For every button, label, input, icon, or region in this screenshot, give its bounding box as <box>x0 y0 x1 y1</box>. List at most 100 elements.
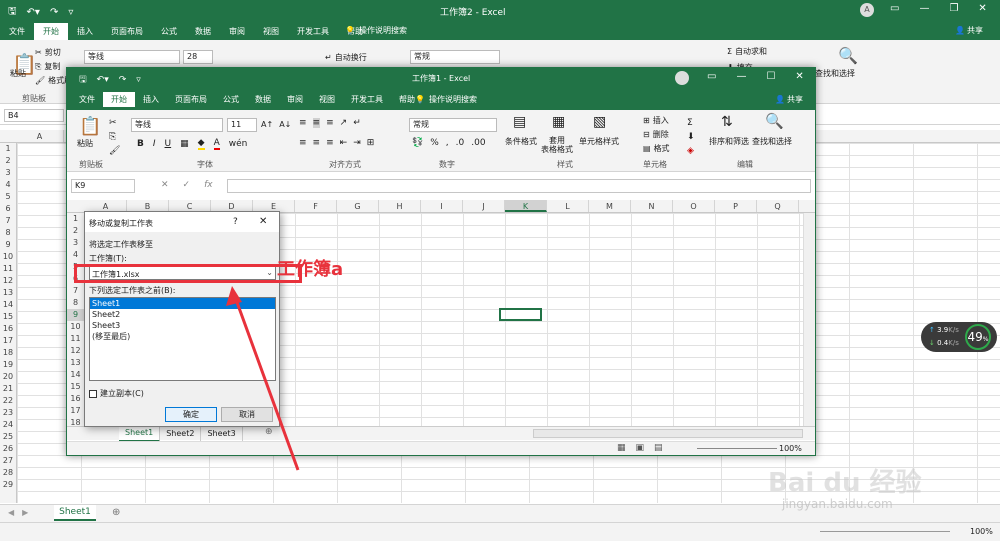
front-tab[interactable]: 开发工具 <box>343 92 391 107</box>
row-header[interactable]: 22 <box>0 395 16 407</box>
row-header[interactable]: 11 <box>0 263 16 275</box>
ok-button[interactable]: 确定 <box>165 407 217 422</box>
page-break-view-icon[interactable]: ▤ <box>654 443 663 453</box>
tell-me[interactable]: 💡 操作说明搜索 <box>345 25 407 36</box>
front-tab[interactable]: 数据 <box>247 92 279 107</box>
redo-icon[interactable]: ↷ <box>119 75 127 85</box>
column-header[interactable]: F <box>295 200 337 212</box>
number-format-box[interactable]: 常规 <box>409 118 497 132</box>
share-button[interactable]: 👤 共享 <box>775 94 803 105</box>
back-tab[interactable]: 公式 <box>152 23 186 40</box>
tell-me[interactable]: 💡 操作说明搜索 <box>415 94 477 105</box>
delete-cells-button[interactable]: ⊟ 删除 <box>643 128 670 142</box>
column-header[interactable]: L <box>547 200 589 212</box>
ribbon-display-icon[interactable]: ▭ <box>890 3 899 14</box>
row-header[interactable]: 6 <box>0 203 16 215</box>
back-tab[interactable]: 页面布局 <box>102 23 152 40</box>
scroll-left-icon[interactable]: ◀ <box>8 508 14 517</box>
orientation-icon[interactable]: ↗ <box>340 118 348 128</box>
checkbox-box[interactable] <box>89 389 97 398</box>
autosum-button[interactable]: Σ 自动求和 <box>727 46 767 57</box>
row-header[interactable]: 15 <box>0 311 16 323</box>
close-icon[interactable]: ✕ <box>795 71 803 82</box>
zoom-level[interactable]: 100% <box>970 527 993 536</box>
column-header[interactable]: P <box>715 200 757 212</box>
function-icon[interactable]: fx <box>204 180 213 190</box>
format-painter-icon[interactable]: 🖌 <box>109 144 120 158</box>
row-header[interactable]: 2 <box>0 155 16 167</box>
row-header[interactable]: 29 <box>0 479 16 491</box>
column-header[interactable]: I <box>421 200 463 212</box>
front-tab[interactable]: 文件 <box>71 92 103 107</box>
normal-view-icon[interactable]: ▦ <box>617 443 626 453</box>
row-header[interactable]: 26 <box>0 443 16 455</box>
undo-icon[interactable]: ↶▾ <box>97 75 109 85</box>
row-header[interactable]: 23 <box>0 407 16 419</box>
row-header[interactable]: 13 <box>67 357 84 369</box>
row-header[interactable]: 1 <box>0 143 16 155</box>
scroll-right-icon[interactable]: ▶ <box>22 508 28 517</box>
add-sheet-icon[interactable]: ⊕ <box>112 507 120 518</box>
table-format-icon[interactable]: ▦ <box>552 114 565 130</box>
back-tab[interactable]: 插入 <box>68 23 102 40</box>
row-header[interactable]: 16 <box>67 393 84 405</box>
format-cells-button[interactable]: ▤ 格式 <box>643 142 670 156</box>
row-header[interactable]: 9 <box>67 309 84 321</box>
align-right-icon[interactable]: ≡ <box>326 138 334 148</box>
row-header[interactable]: 3 <box>67 237 84 249</box>
font-size-box[interactable]: 28 <box>183 50 213 64</box>
front-tab[interactable]: 页面布局 <box>167 92 215 107</box>
back-tab[interactable]: 开发工具 <box>288 23 338 40</box>
minimize-icon[interactable]: — <box>919 3 929 14</box>
row-header[interactable]: 10 <box>67 321 84 333</box>
find-select-label[interactable]: 查找和选择 <box>815 68 855 79</box>
indent-decrease-icon[interactable]: ⇤ <box>340 138 348 148</box>
front-tab[interactable]: 公式 <box>215 92 247 107</box>
row-header[interactable]: 14 <box>0 299 16 311</box>
minimize-icon[interactable]: — <box>736 71 746 82</box>
cell-styles-icon[interactable]: ▧ <box>593 114 606 130</box>
cut-button[interactable]: ✂ 剪切 <box>35 46 72 60</box>
back-tab[interactable]: 文件 <box>0 23 34 40</box>
close-icon[interactable]: ✕ <box>978 3 986 14</box>
name-box[interactable]: K9 <box>71 179 135 193</box>
paste-label[interactable]: 粘贴 <box>10 68 26 79</box>
row-header[interactable]: 27 <box>0 455 16 467</box>
row-header[interactable]: 12 <box>0 275 16 287</box>
row-header[interactable]: 5 <box>0 191 16 203</box>
row-header[interactable]: 7 <box>67 285 84 297</box>
row-header[interactable]: 16 <box>0 323 16 335</box>
sort-filter-icon[interactable]: ⇅ <box>721 114 733 130</box>
page-layout-view-icon[interactable]: ▣ <box>636 443 645 453</box>
conditional-format-icon[interactable]: ▤ <box>513 114 526 130</box>
number-format-box[interactable]: 常规 <box>410 50 500 64</box>
column-header[interactable]: J <box>463 200 505 212</box>
front-tab[interactable]: 审阅 <box>279 92 311 107</box>
row-header[interactable]: 21 <box>0 383 16 395</box>
formula-input[interactable] <box>227 179 811 193</box>
row-header[interactable]: 17 <box>0 335 16 347</box>
sheet-tab[interactable]: Sheet1 <box>119 426 161 442</box>
indent-increase-icon[interactable]: ⇥ <box>353 138 361 148</box>
percent-icon[interactable]: % <box>430 138 439 148</box>
font-name-box[interactable]: 等线 <box>84 50 180 64</box>
row-header[interactable]: 11 <box>67 333 84 345</box>
copy-icon[interactable]: ⎘ <box>109 130 120 144</box>
column-header[interactable]: Q <box>757 200 799 212</box>
row-header[interactable]: 18 <box>0 347 16 359</box>
back-tab[interactable]: 视图 <box>254 23 288 40</box>
row-header[interactable]: 13 <box>0 287 16 299</box>
row-header[interactable]: 15 <box>67 381 84 393</box>
align-middle-icon[interactable]: ≡ <box>312 118 321 128</box>
row-header[interactable]: 2 <box>67 225 84 237</box>
row-header[interactable]: 3 <box>0 167 16 179</box>
zoom-slider[interactable] <box>697 448 777 449</box>
back-tab[interactable]: 数据 <box>186 23 220 40</box>
back-tab[interactable]: 审阅 <box>220 23 254 40</box>
maximize-icon[interactable]: ☐ <box>766 71 775 82</box>
fill-color-icon[interactable]: ◆ <box>197 138 205 150</box>
front-tab[interactable]: 视图 <box>311 92 343 107</box>
row-header[interactable]: 14 <box>67 369 84 381</box>
align-top-icon[interactable]: ≡ <box>299 118 307 128</box>
find-select-label[interactable]: 查找和选择 <box>752 136 792 147</box>
